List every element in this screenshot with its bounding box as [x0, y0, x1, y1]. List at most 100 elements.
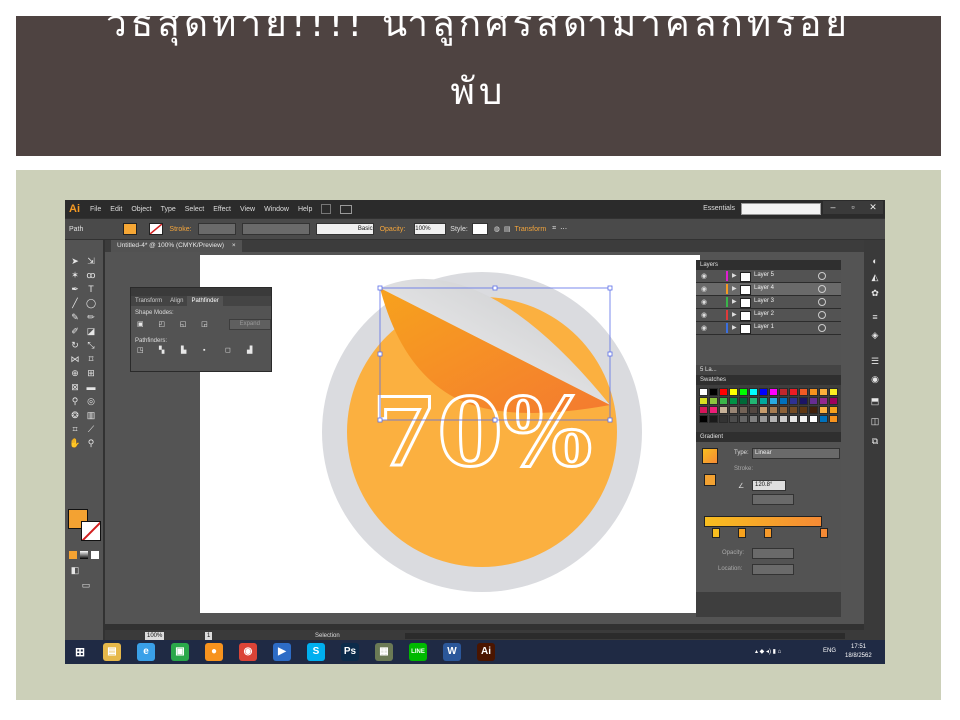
- layer-name[interactable]: Layer 3: [754, 298, 774, 304]
- gradient-preview-swatch[interactable]: [702, 448, 718, 464]
- taskbar-firefox-icon[interactable]: ●: [205, 643, 223, 661]
- none-mode-icon[interactable]: [91, 551, 99, 559]
- swatch[interactable]: [759, 388, 768, 396]
- artboard-number[interactable]: 1: [205, 632, 213, 640]
- swatch[interactable]: [699, 406, 708, 414]
- taskbar-photos-icon[interactable]: ▦: [375, 643, 393, 661]
- swatch[interactable]: [739, 388, 748, 396]
- artboard-tool-icon[interactable]: ⌗: [69, 424, 81, 434]
- stroke-panel-icon[interactable]: ≡: [869, 312, 881, 322]
- merge-icon[interactable]: ▙: [181, 347, 189, 354]
- color-mode-icon[interactable]: [69, 551, 77, 559]
- swatch[interactable]: [819, 415, 828, 423]
- layer-row[interactable]: ◉ ▶ Layer 5: [696, 270, 841, 283]
- trim-icon[interactable]: ▚: [159, 347, 167, 354]
- swatch[interactable]: [709, 415, 718, 423]
- swatch[interactable]: [799, 388, 808, 396]
- align-icon[interactable]: ▤: [504, 225, 511, 233]
- menu-select[interactable]: Select: [185, 206, 204, 213]
- minimize-button[interactable]: –: [823, 201, 843, 214]
- eyedropper-tool-icon[interactable]: ⚲: [69, 396, 81, 406]
- swatch[interactable]: [789, 415, 798, 423]
- swatch[interactable]: [739, 406, 748, 414]
- gradient-stop[interactable]: [738, 528, 746, 538]
- swatch[interactable]: [759, 397, 768, 405]
- language-indicator[interactable]: ENG: [823, 648, 836, 654]
- swatch[interactable]: [779, 415, 788, 423]
- stroke-color-box[interactable]: [81, 521, 101, 541]
- stroke-weight-field[interactable]: [197, 223, 236, 235]
- swatch[interactable]: [759, 406, 768, 414]
- exclude-icon[interactable]: ◲: [201, 321, 208, 328]
- stroke-color-swatch[interactable]: [149, 223, 164, 235]
- layer-row[interactable]: ◉ ▶ Layer 1: [696, 322, 841, 335]
- blend-tool-icon[interactable]: ◎: [85, 396, 97, 406]
- swatch[interactable]: [749, 397, 758, 405]
- restore-button[interactable]: ▫: [843, 201, 863, 214]
- gradient-slider[interactable]: [704, 516, 822, 527]
- expand-arrow-icon[interactable]: ▶: [732, 285, 737, 292]
- free-transform-tool-icon[interactable]: ⌑: [85, 354, 97, 364]
- tab-transform[interactable]: Transform: [131, 296, 166, 306]
- tab-align[interactable]: Align: [166, 296, 187, 306]
- taskbar-file-explorer-icon[interactable]: ▤: [103, 643, 121, 661]
- swatch[interactable]: [699, 397, 708, 405]
- type-tool-icon[interactable]: T: [85, 284, 97, 294]
- swatch[interactable]: [719, 406, 728, 414]
- taskbar-internet-explorer-icon[interactable]: e: [137, 643, 155, 661]
- layers-panel-header[interactable]: Layers: [696, 260, 841, 270]
- blob-brush-tool-icon[interactable]: ✐: [69, 326, 81, 336]
- unite-icon[interactable]: ▣: [137, 321, 144, 328]
- swatch[interactable]: [729, 397, 738, 405]
- swatch[interactable]: [789, 406, 798, 414]
- swatch[interactable]: [739, 397, 748, 405]
- opacity-label[interactable]: Opacity:: [380, 226, 406, 233]
- swatch[interactable]: [709, 397, 718, 405]
- swatch[interactable]: [749, 406, 758, 414]
- transform-link[interactable]: Transform: [515, 226, 547, 233]
- menu-effect[interactable]: Effect: [213, 206, 231, 213]
- document-tab[interactable]: Untitled-4* @ 100% (CMYK/Preview) ×: [111, 240, 242, 252]
- fill-color-swatch[interactable]: [123, 223, 138, 235]
- layer-target-icon[interactable]: [818, 272, 826, 280]
- graphic-style-swatch[interactable]: [471, 223, 488, 235]
- swatch[interactable]: [699, 388, 708, 396]
- swatch[interactable]: [709, 406, 718, 414]
- links-icon[interactable]: ⧉: [869, 436, 881, 446]
- clock-time[interactable]: 17:51: [851, 644, 866, 650]
- magic-wand-tool-icon[interactable]: ✶: [69, 270, 81, 280]
- expand-arrow-icon[interactable]: ▶: [732, 311, 737, 318]
- percentage-text[interactable]: 70%: [370, 377, 593, 490]
- bridge-icon[interactable]: [321, 204, 332, 214]
- artboard[interactable]: 70%: [200, 255, 700, 613]
- menu-object[interactable]: Object: [131, 206, 151, 213]
- mesh-tool-icon[interactable]: ⊠: [69, 382, 81, 392]
- tab-pathfinder[interactable]: Pathfinder: [187, 296, 223, 306]
- stroke-label[interactable]: Stroke:: [169, 226, 191, 233]
- visibility-eye-icon[interactable]: ◉: [701, 285, 707, 293]
- minus-front-icon[interactable]: ◰: [158, 321, 165, 328]
- drawing-modes-icon[interactable]: ◧: [69, 565, 81, 575]
- layer-row[interactable]: ◉ ▶ Layer 2: [696, 309, 841, 322]
- arrange-documents-icon[interactable]: [340, 204, 353, 214]
- swatch[interactable]: [799, 397, 808, 405]
- layer-name[interactable]: Layer 1: [754, 324, 774, 330]
- expand-button[interactable]: Expand: [228, 319, 272, 330]
- swatch[interactable]: [809, 388, 818, 396]
- swatch[interactable]: [719, 388, 728, 396]
- artboards-icon[interactable]: ⬒: [869, 396, 881, 406]
- width-tool-icon[interactable]: ⋈: [69, 354, 81, 364]
- brushes-icon[interactable]: ◭: [869, 272, 881, 282]
- layer-row[interactable]: ◉ ▶ Layer 3: [696, 296, 841, 309]
- graphic-styles-icon[interactable]: ◉: [869, 374, 881, 384]
- swatch[interactable]: [779, 406, 788, 414]
- intersect-icon[interactable]: ◱: [180, 321, 187, 328]
- swatch[interactable]: [709, 388, 718, 396]
- layer-target-icon[interactable]: [818, 311, 826, 319]
- visibility-eye-icon[interactable]: ◉: [701, 272, 707, 280]
- options-icon[interactable]: ⋯: [560, 225, 567, 233]
- opacity-input[interactable]: 100%: [414, 223, 447, 235]
- scale-tool-icon[interactable]: ⤡: [85, 340, 97, 350]
- swatch[interactable]: [729, 415, 738, 423]
- swatch[interactable]: [819, 406, 828, 414]
